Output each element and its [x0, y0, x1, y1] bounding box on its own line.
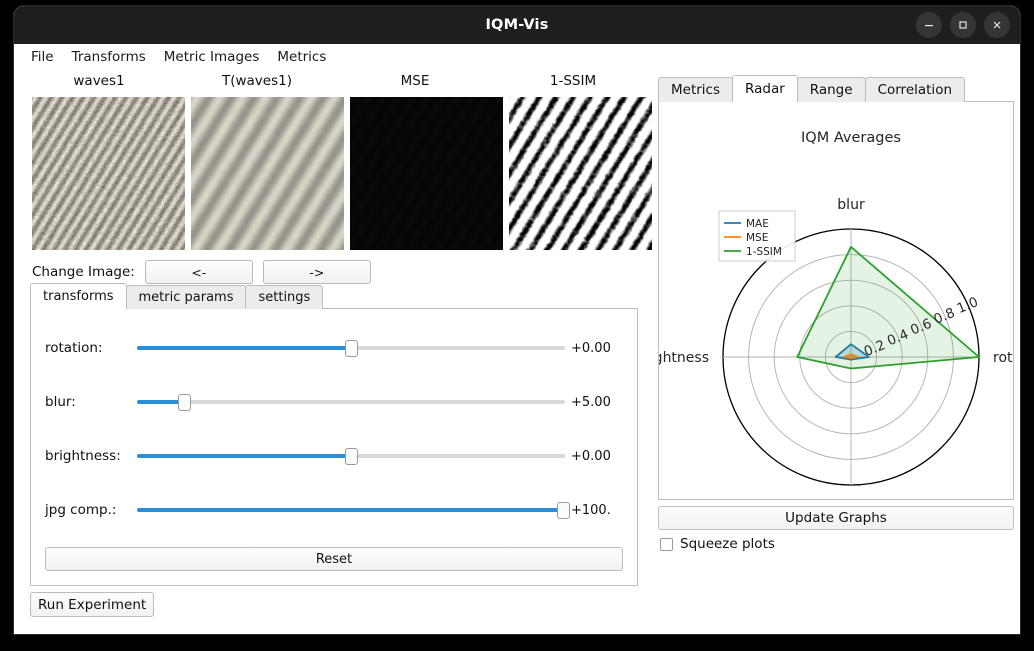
legend-label-mse: MSE: [746, 232, 768, 244]
squeeze-plots-label: Squeeze plots: [680, 536, 775, 552]
thumbnail-waves1[interactable]: [32, 97, 185, 250]
reset-button-wrap: Reset: [31, 547, 637, 585]
slider-row-blur: blur: +5.00: [45, 375, 623, 429]
tab-range[interactable]: Range: [796, 77, 866, 102]
image-label-ssim: 1-SSIM: [549, 73, 597, 89]
title-bar: IQM-Vis: [14, 6, 1020, 44]
menu-item-metric-images[interactable]: Metric Images: [155, 46, 269, 68]
radar-title: IQM Averages: [801, 130, 901, 146]
slider-label-rotation: rotation:: [45, 340, 103, 356]
tab-metrics[interactable]: Metrics: [658, 77, 734, 102]
slider-track-brightness[interactable]: [137, 446, 565, 466]
sliders-container: rotation: +0.00 blur: +5.00 brightness: …: [31, 309, 637, 547]
close-button[interactable]: [984, 12, 1010, 38]
squeeze-plots-checkbox[interactable]: [660, 537, 673, 551]
previous-image-button[interactable]: <-: [144, 260, 253, 284]
menu-item-file[interactable]: File: [22, 46, 63, 68]
image-label-source: waves1: [73, 73, 125, 89]
minimize-button[interactable]: [916, 12, 942, 38]
left-panel: waves1 T(waves1) MSE 1-SSIM Change Image…: [14, 70, 652, 634]
slider-value-blur: +5.00: [571, 394, 611, 410]
radar-axis-label-rotation: rotatio: [993, 350, 1014, 366]
squeeze-plots-checkbox-row[interactable]: Squeeze plots: [660, 536, 775, 552]
slider-track-fill: [137, 454, 351, 458]
tab-correlation[interactable]: Correlation: [864, 77, 966, 102]
thumbnail-1-ssim[interactable]: [509, 97, 652, 250]
slider-track-rotation[interactable]: [137, 338, 565, 358]
radar-rtick-label: 1.0: [955, 294, 981, 317]
tab-settings[interactable]: settings: [245, 285, 324, 309]
slider-value-brightness: +0.00: [571, 448, 611, 464]
slider-label-blur: blur:: [45, 394, 76, 410]
radar-axis-label-blur: blur: [837, 197, 865, 213]
image-label-transform: T(waves1): [221, 73, 292, 89]
radar-axis-label-brightness: rightness: [659, 350, 709, 366]
tab-radar[interactable]: Radar: [732, 75, 798, 102]
window-controls: [916, 6, 1010, 44]
slider-handle-rotation[interactable]: [345, 340, 358, 357]
slider-value-rotation: +0.00: [571, 340, 611, 356]
slider-handle-brightness[interactable]: [345, 448, 358, 465]
slider-handle-jpg-comp[interactable]: [556, 502, 570, 519]
window-title: IQM-Vis: [485, 17, 549, 33]
slider-label-jpg-comp: jpg comp.:: [45, 502, 117, 518]
slider-handle-blur[interactable]: [178, 394, 192, 411]
slider-row-brightness: brightness: +0.00: [45, 429, 623, 483]
minimize-icon: [925, 25, 933, 27]
slider-label-brightness: brightness:: [45, 448, 121, 464]
slider-row-jpg-comp: jpg comp.: +100.: [45, 483, 623, 537]
change-image-label: Change Image:: [32, 264, 135, 280]
menu-item-metrics[interactable]: Metrics: [268, 46, 335, 68]
legend-label-1-ssim: 1-SSIM: [746, 246, 782, 258]
application-window: IQM-Vis File Transforms Metric Images Me…: [14, 6, 1020, 634]
slider-track-blur[interactable]: [137, 392, 565, 412]
slider-track-jpg-comp[interactable]: [137, 500, 570, 520]
thumbnail-t-waves1[interactable]: [191, 97, 344, 250]
image-thumbnails-row: [32, 97, 652, 250]
left-tabstrip: transforms metric params settings: [30, 283, 638, 309]
slider-track-fill: [137, 400, 185, 404]
image-label-mse: MSE: [400, 73, 430, 89]
legend-label-mae: MAE: [746, 218, 769, 230]
update-graphs-button[interactable]: Update Graphs: [658, 506, 1014, 530]
maximize-button[interactable]: [950, 12, 976, 38]
right-tabstrip: Metrics Radar Range Correlation: [658, 75, 966, 102]
slider-track-fill: [137, 346, 351, 350]
maximize-icon: [959, 21, 967, 29]
radar-chart-panel: IQM Averages0.20.40.60.81.0blurrotatiojp…: [658, 101, 1014, 500]
menu-item-transforms[interactable]: Transforms: [63, 46, 155, 68]
run-experiment-button[interactable]: Run Experiment: [30, 592, 155, 617]
slider-track-background: [137, 400, 565, 404]
close-icon: [993, 21, 1001, 29]
image-labels-row: waves1 T(waves1) MSE 1-SSIM: [20, 73, 652, 95]
slider-track-fill: [137, 508, 563, 512]
radar-chart: IQM Averages0.20.40.60.81.0blurrotatiojp…: [659, 130, 1014, 486]
main-body: waves1 T(waves1) MSE 1-SSIM Change Image…: [14, 70, 1020, 634]
right-panel: Metrics Radar Range Correlation IQM Aver…: [654, 70, 1020, 634]
change-image-row: Change Image: <- ->: [32, 260, 371, 284]
thumbnail-mse[interactable]: [350, 97, 503, 250]
slider-value-jpg-comp: +100.: [571, 502, 611, 518]
radar-rtick-label: 0.8: [931, 305, 957, 328]
slider-row-rotation: rotation: +0.00: [45, 321, 623, 375]
tab-transforms[interactable]: transforms: [30, 283, 127, 309]
left-tab-group: transforms metric params settings rotati…: [30, 283, 638, 586]
next-image-button[interactable]: ->: [262, 260, 371, 284]
tab-metric-params[interactable]: metric params: [125, 285, 247, 309]
transforms-panel: rotation: +0.00 blur: +5.00 brightness: …: [30, 308, 638, 586]
menu-bar: File Transforms Metric Images Metrics: [14, 44, 1020, 70]
reset-button[interactable]: Reset: [45, 547, 623, 571]
